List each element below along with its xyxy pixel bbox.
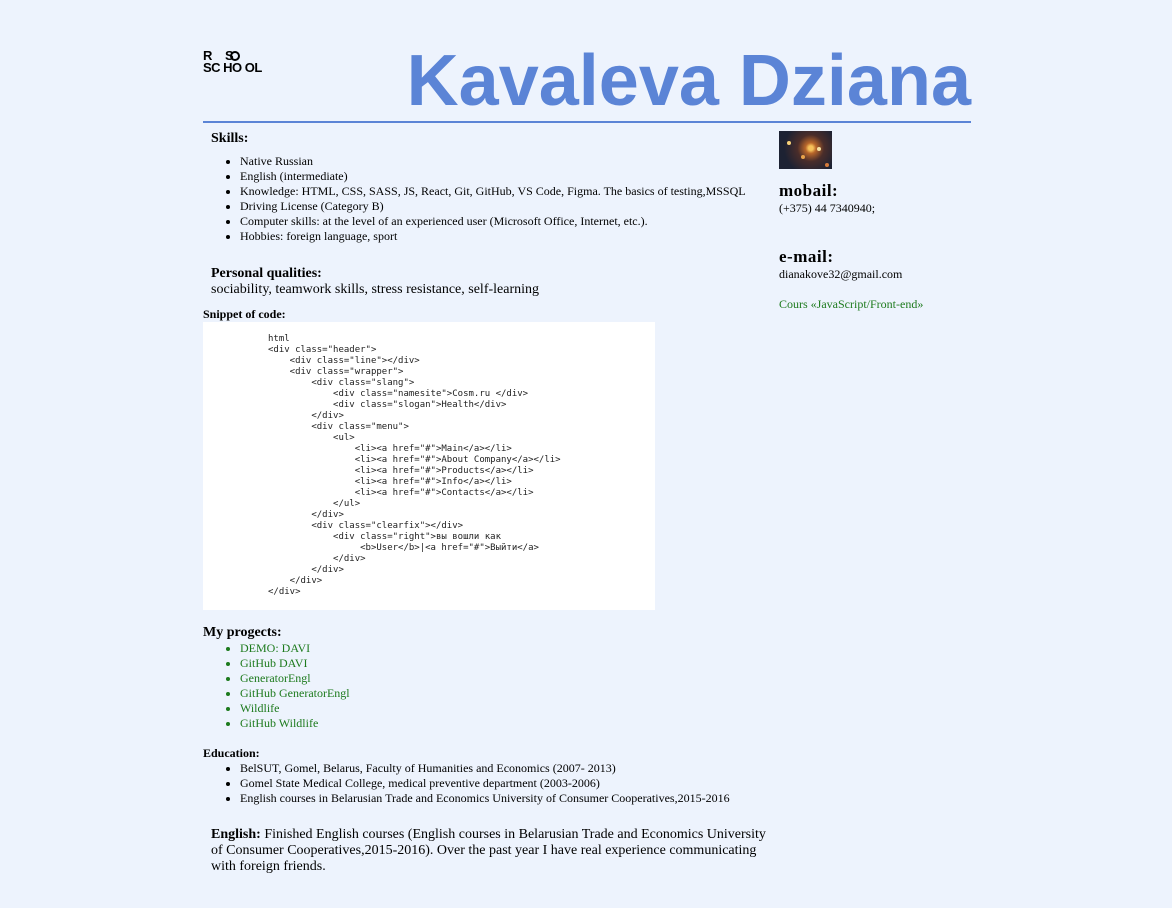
project-link-github-wildlife[interactable]: GitHub Wildlife	[240, 716, 318, 730]
email-heading: e-mail:	[779, 247, 834, 266]
rs-school-logo: RS SC HO OL	[203, 49, 273, 78]
code-snippet: html <div class="header"> <div class="li…	[203, 322, 655, 610]
project-link-github-generatorengl[interactable]: GitHub GeneratorEngl	[240, 686, 350, 700]
right-column: mobail: (+375) 44 7340940; e-mail: diana…	[779, 131, 971, 311]
english-text: Finished English courses (English course…	[211, 827, 766, 874]
project-link-demo-davi[interactable]: DEMO: DAVI	[240, 641, 310, 655]
list-item: Gomel State Medical College, medical pre…	[240, 776, 840, 791]
list-item: GeneratorEngl	[240, 671, 350, 686]
course-link[interactable]: Cours «JavaScript/Front-end»	[779, 297, 923, 312]
personal-qualities-text: sociability, teamwork skills, stress res…	[211, 282, 540, 297]
education-list: BelSUT, Gomel, Belarus, Faculty of Human…	[203, 761, 840, 806]
logo-text: SC HO OL	[203, 60, 262, 75]
english-label: English:	[211, 827, 261, 842]
list-item: Driving License (Category B)	[240, 199, 820, 214]
list-item: DEMO: DAVI	[240, 641, 350, 656]
mobile-heading: mobail:	[779, 181, 839, 200]
education-heading: Education:	[203, 746, 260, 760]
list-item: Hobbies: foreign language, sport	[240, 229, 820, 244]
list-item: Native Russian	[240, 154, 820, 169]
english-paragraph: English: Finished English courses (Engli…	[211, 827, 771, 875]
header-divider	[203, 121, 971, 123]
list-item: GitHub Wildlife	[240, 716, 350, 731]
page-title: Kavaleva Dziana	[406, 41, 971, 121]
list-item: Knowledge: HTML, CSS, SASS, JS, React, G…	[240, 184, 820, 199]
project-link-generatorengl[interactable]: GeneratorEngl	[240, 671, 311, 685]
skills-list: Native Russian English (intermediate) Kn…	[203, 154, 820, 244]
list-item: GitHub DAVI	[240, 656, 350, 671]
profile-photo	[779, 131, 832, 169]
personal-qualities-heading: Personal qualities:	[211, 266, 322, 281]
project-link-github-davi[interactable]: GitHub DAVI	[240, 656, 307, 670]
list-item: English courses in Belarusian Trade and …	[240, 791, 840, 806]
snippet-heading: Snippet of code:	[203, 307, 286, 321]
code-text: html <div class="header"> <div class="li…	[268, 334, 561, 597]
list-item: BelSUT, Gomel, Belarus, Faculty of Human…	[240, 761, 840, 776]
list-item: Computer skills: at the level of an expe…	[240, 214, 820, 229]
email-address: dianakove32@gmail.com	[779, 267, 903, 281]
projects-heading: My progects:	[203, 625, 282, 640]
list-item: GitHub GeneratorEngl	[240, 686, 350, 701]
list-item: English (intermediate)	[240, 169, 820, 184]
skills-heading: Skills:	[211, 131, 249, 146]
project-link-wildlife[interactable]: Wildlife	[240, 701, 280, 715]
mobile-number: (+375) 44 7340940;	[779, 201, 876, 215]
projects-list: DEMO: DAVI GitHub DAVI GeneratorEngl Git…	[203, 641, 350, 731]
list-item: Wildlife	[240, 701, 350, 716]
